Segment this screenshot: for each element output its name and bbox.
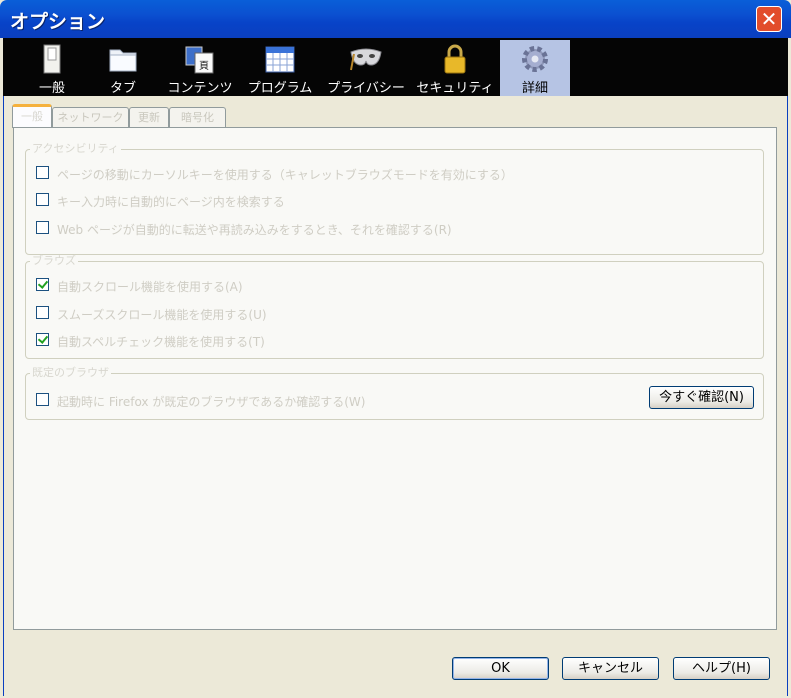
pane-general[interactable]: 一般 [19, 40, 85, 96]
pane-security-label: セキュリティ [416, 81, 494, 96]
browsing-group-label: ブラウズ [30, 254, 78, 267]
spellcheck-label: 自動スペルチェック機能を使用する(T) [57, 335, 265, 349]
caret-browsing-checkbox[interactable] [36, 166, 49, 179]
caret-browsing-label: ページの移動にカーソルキーを使用する（キャレットブラウズモードを有効にする） [57, 168, 513, 182]
check-default-label: 起動時に Firefox が既定のブラウザであるか確認する(W) [57, 395, 366, 409]
advanced-gear-icon [522, 46, 548, 72]
svg-text:頁: 頁 [199, 60, 209, 72]
pane-advanced-label: 詳細 [521, 81, 548, 96]
help-button[interactable]: ヘルプ(H) [673, 657, 770, 680]
check-now-button[interactable]: 今すぐ確認(N) [649, 386, 754, 409]
title-bar[interactable]: オプション ✕ [0, 0, 791, 38]
subtab-network[interactable]: ネットワーク [52, 107, 129, 128]
warn-redirect-label: Web ページが自動的に転送や再読み込みをするとき、それを確認する(R) [57, 223, 452, 237]
close-button[interactable]: ✕ [756, 6, 782, 32]
ok-button[interactable]: OK [452, 657, 549, 680]
spellcheck-checkbox[interactable] [36, 333, 49, 346]
pane-applications[interactable]: プログラム [243, 40, 317, 96]
autoscroll-checkbox[interactable] [36, 278, 49, 291]
subtab-general[interactable]: 一般 [12, 104, 52, 128]
security-lock-icon [444, 44, 466, 74]
search-as-type-label: キー入力時に自動的にページ内を検索する [57, 195, 285, 209]
default-browser-group-label: 既定のブラウザ [30, 366, 111, 379]
pane-content-label: コンテンツ [167, 81, 233, 96]
subtab-encryption[interactable]: 暗号化 [169, 107, 226, 128]
pane-advanced[interactable]: 詳細 [500, 40, 570, 96]
tabs-folder-icon [109, 49, 137, 72]
advanced-general-panel: アクセシビリティ ページの移動にカーソルキーを使用する（キャレットブラウズモード… [13, 127, 777, 630]
pane-privacy-label: プライバシー [327, 81, 405, 96]
autoscroll-label: 自動スクロール機能を使用する(A) [57, 280, 243, 294]
content-page-icon: 頁 [185, 46, 214, 74]
pane-applications-label: プログラム [247, 81, 313, 96]
accessibility-group-label: アクセシビリティ [30, 142, 121, 155]
pane-content[interactable]: 頁 コンテンツ [163, 40, 237, 96]
close-icon: ✕ [760, 7, 778, 31]
smooth-scroll-label: スムーズスクロール機能を使用する(U) [57, 308, 267, 322]
privacy-mask-icon [350, 48, 382, 71]
pane-security[interactable]: セキュリティ [415, 40, 495, 96]
check-default-checkbox[interactable] [36, 393, 49, 406]
pane-tabs[interactable]: タブ [91, 40, 155, 96]
applications-calendar-icon [265, 46, 295, 73]
general-switch-icon [43, 44, 61, 74]
pane-privacy[interactable]: プライバシー [323, 40, 409, 96]
window-title: オプション [10, 11, 106, 33]
search-as-type-checkbox[interactable] [36, 193, 49, 206]
cancel-button[interactable]: キャンセル [562, 657, 659, 680]
subtab-update[interactable]: 更新 [129, 107, 169, 128]
smooth-scroll-checkbox[interactable] [36, 306, 49, 319]
pane-toolbar: 一般 タブ 頁 コンテンツ プログラム プライバシー セキュリティ 詳細 [3, 38, 788, 96]
pane-tabs-label: タブ [109, 81, 136, 96]
pane-general-label: 一般 [38, 81, 65, 96]
warn-redirect-checkbox[interactable] [36, 221, 49, 234]
